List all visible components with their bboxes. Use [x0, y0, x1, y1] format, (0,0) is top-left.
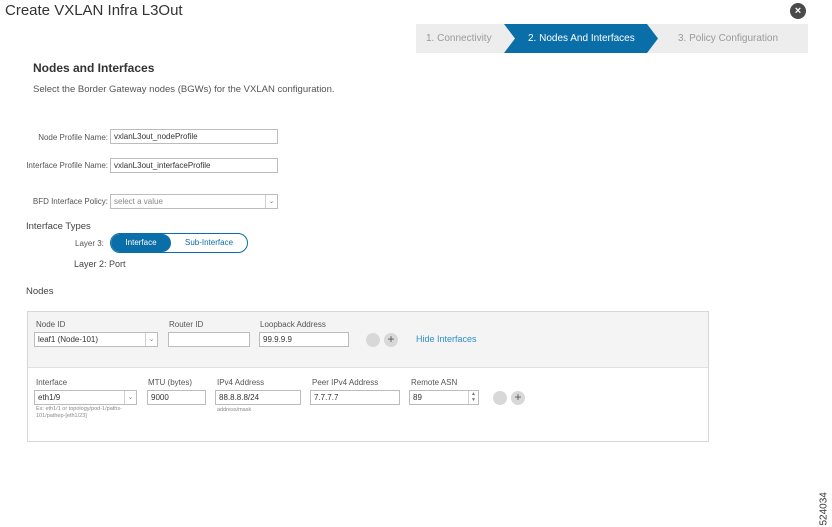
chevron-down-icon: ⌄ [145, 333, 157, 346]
interface-hint: Ex: eth1/1 or topology/pod-1/paths-101/p… [36, 406, 122, 419]
layer2-label: Layer 2: Port [74, 259, 126, 269]
dialog-title: Create VXLAN Infra L3Out [5, 2, 183, 19]
stepper-arrows-icon[interactable]: ▲ ▼ [468, 391, 478, 404]
toggle-sub-interface-option[interactable]: Sub-Interface [171, 234, 247, 252]
section-title: Nodes and Interfaces [33, 61, 155, 75]
interface-select[interactable]: eth1/9 ⌄ [34, 390, 137, 405]
peer-ipv4-label: Peer IPv4 Address [312, 378, 379, 387]
remote-asn-input[interactable]: 89 ▲ ▼ [409, 390, 479, 405]
remove-interface-button[interactable] [493, 391, 507, 405]
dialog-header: Create VXLAN Infra L3Out × [0, 0, 832, 26]
mtu-input[interactable]: 9000 [147, 390, 206, 405]
node-id-value: leaf1 (Node-101) [38, 335, 99, 344]
nodes-heading: Nodes [26, 286, 54, 297]
node-profile-label: Node Profile Name: [38, 133, 108, 142]
node-profile-input[interactable]: vxlanL3out_nodeProfile [110, 129, 278, 144]
close-icon[interactable]: × [790, 3, 806, 19]
bfd-policy-label: BFD Interface Policy: [32, 197, 108, 206]
remote-asn-value: 89 [413, 393, 422, 402]
node-id-label: Node ID [36, 320, 66, 329]
loopback-input[interactable]: 99.9.9.9 [259, 332, 349, 347]
interface-value: eth1/9 [38, 393, 61, 402]
layer3-label: Layer 3: [75, 239, 104, 248]
ipv4-hint: address/mask [217, 407, 252, 413]
figure-number-text: 524034 [818, 492, 830, 526]
bfd-policy-placeholder: select a value [114, 197, 163, 206]
add-node-button[interactable]: + [384, 333, 398, 347]
interface-label: Interface [36, 378, 68, 387]
loopback-label: Loopback Address [260, 320, 326, 329]
interface-profile-label: Interface Profile Name: [26, 161, 108, 170]
nodes-panel: Node ID leaf1 (Node-101) ⌄ Router ID Loo… [27, 311, 709, 442]
remove-node-button[interactable] [366, 333, 380, 347]
hide-interfaces-link[interactable]: Hide Interfaces [416, 334, 477, 344]
ipv4-label: IPv4 Address [217, 378, 265, 387]
toggle-interface-option[interactable]: Interface [111, 234, 171, 252]
remote-asn-label: Remote ASN [411, 378, 458, 387]
peer-ipv4-input[interactable]: 7.7.7.7 [310, 390, 400, 405]
ipv4-input[interactable]: 88.8.8.8/24 [215, 390, 301, 405]
mtu-label: MTU (bytes) [148, 378, 192, 387]
add-interface-button[interactable]: + [511, 391, 525, 405]
interface-profile-input[interactable]: vxlanL3out_interfaceProfile [110, 158, 278, 173]
chevron-down-icon: ⌄ [265, 195, 277, 208]
chevron-down-icon: ⌄ [124, 391, 136, 404]
node-id-select[interactable]: leaf1 (Node-101) ⌄ [34, 332, 158, 347]
bfd-policy-select[interactable]: select a value ⌄ [110, 194, 278, 209]
wizard-step-connectivity[interactable]: 1. Connectivity [426, 24, 492, 53]
layer3-toggle: Interface Sub-Interface [110, 233, 248, 253]
section-description: Select the Border Gateway nodes (BGWs) f… [33, 84, 335, 95]
node-row: Node ID leaf1 (Node-101) ⌄ Router ID Loo… [28, 312, 708, 368]
wizard-step-policy-configuration[interactable]: 3. Policy Configuration [678, 24, 778, 53]
router-id-label: Router ID [169, 320, 204, 329]
figure-number: 524034 [817, 485, 831, 525]
wizard-steps: 1. Connectivity 2. Nodes And Interfaces … [416, 24, 808, 53]
wizard-step-nodes-and-interfaces[interactable]: 2. Nodes And Interfaces [528, 24, 635, 53]
router-id-input[interactable] [168, 332, 250, 347]
interface-types-heading: Interface Types [26, 221, 91, 232]
